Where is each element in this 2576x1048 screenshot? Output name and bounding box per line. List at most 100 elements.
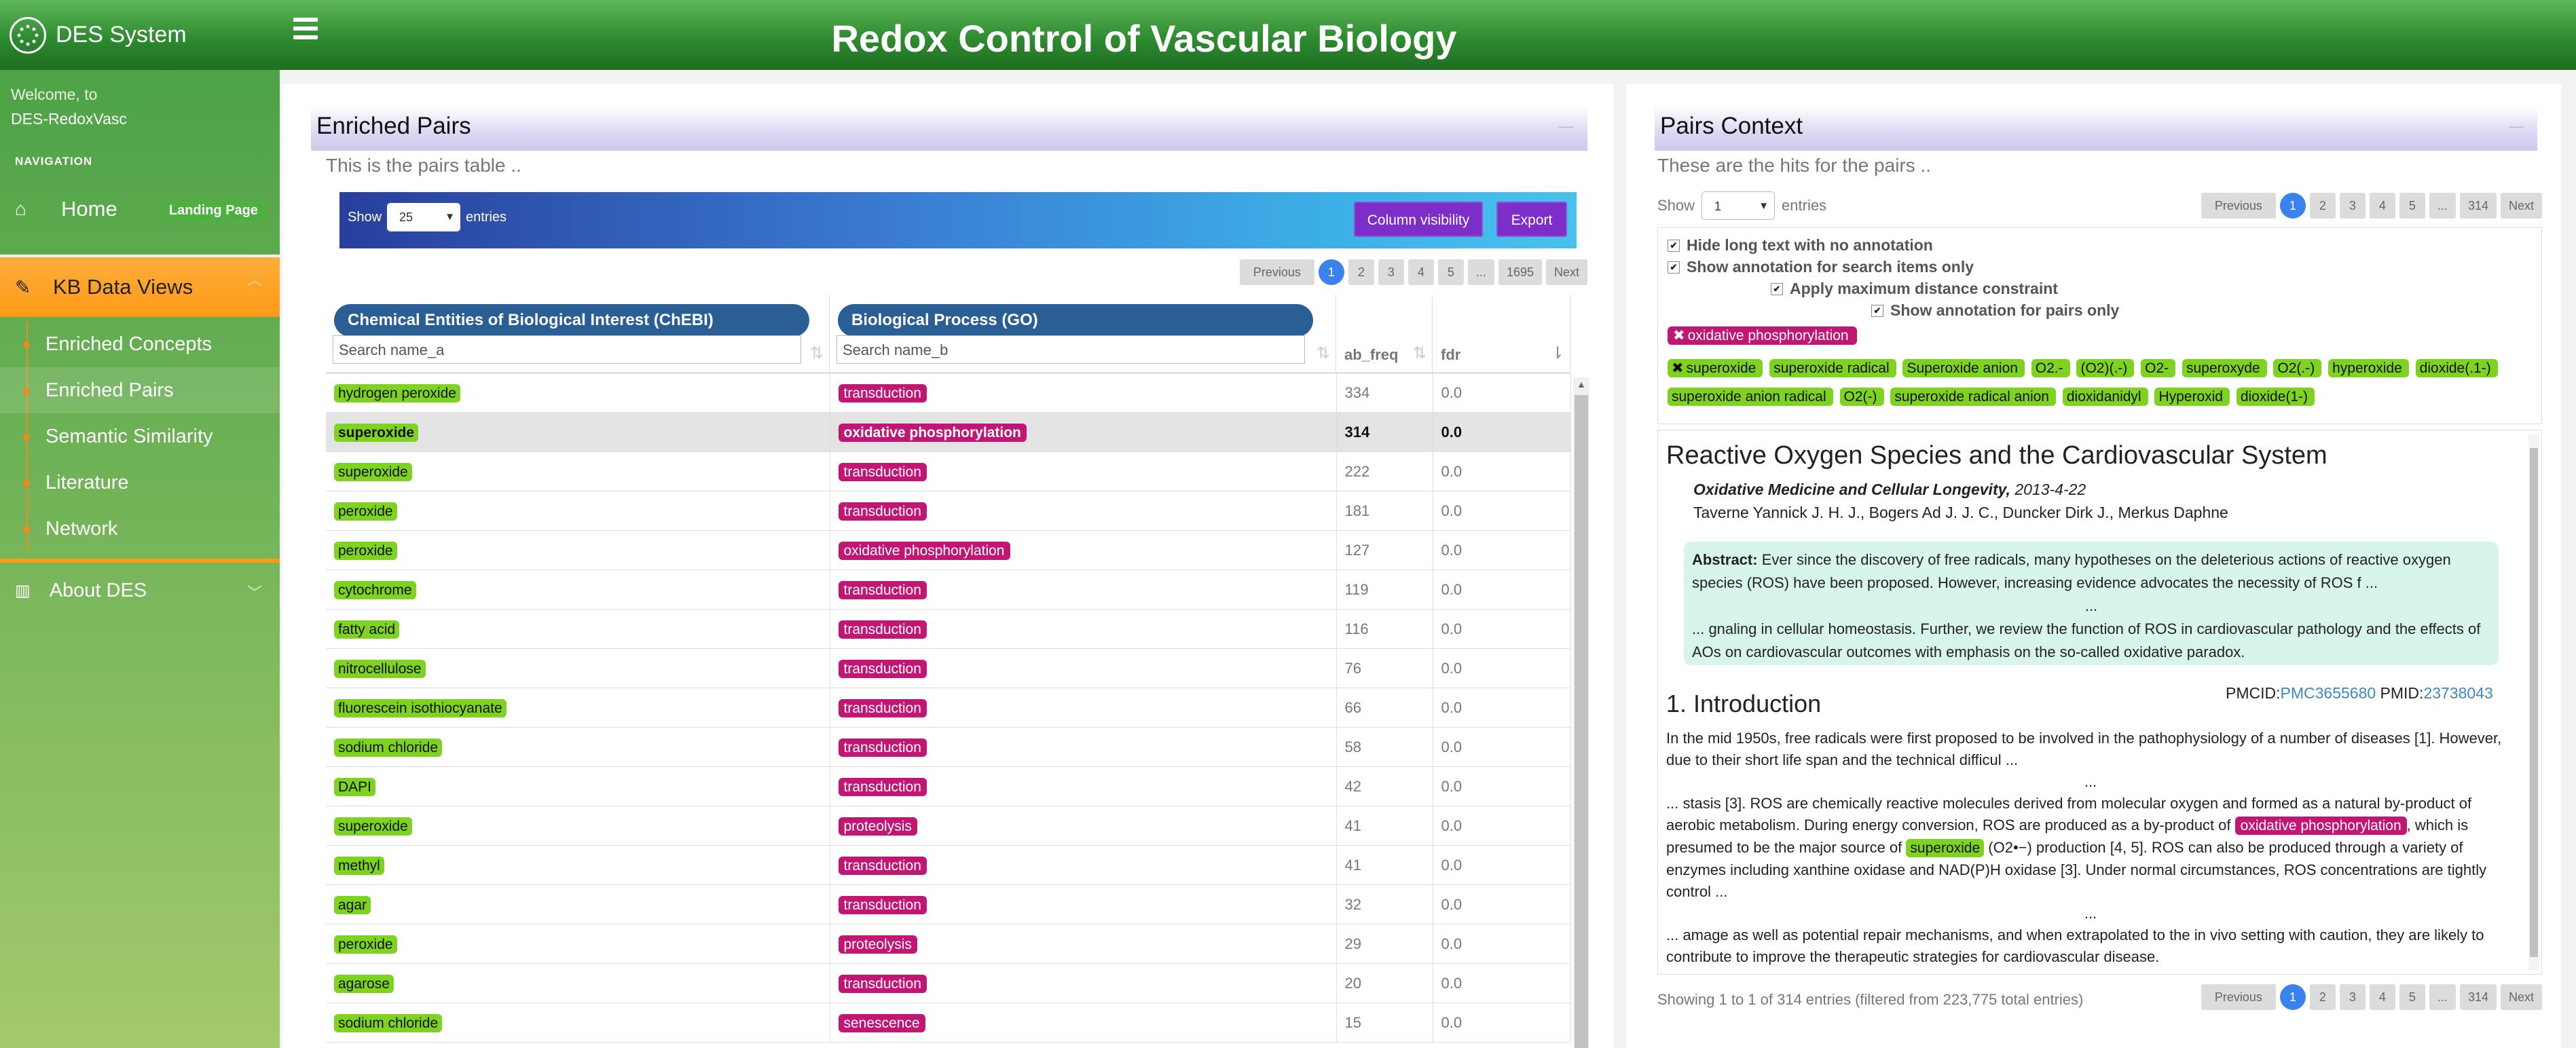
table-row[interactable]: superoxide proteolysis 41 0.0 xyxy=(326,806,1571,846)
pagination-page[interactable]: 1 xyxy=(2279,193,2306,219)
search-name-b-input[interactable]: Search name_b xyxy=(836,335,1305,364)
scrollbar-thumb[interactable] xyxy=(1575,395,1588,1048)
table-row[interactable]: sodium chloride transduction 58 0.0 xyxy=(326,727,1571,767)
pagination-next[interactable]: Next xyxy=(1545,259,1587,285)
scrollbar-thumb[interactable] xyxy=(2530,448,2538,957)
table-row[interactable]: sodium chloride senescence 15 0.0 xyxy=(326,1003,1571,1043)
term-tag: proteolysis xyxy=(838,935,917,954)
pmcid-link[interactable]: PMC3655680 xyxy=(2281,684,2376,702)
synonym-tag[interactable]: O2(.-) xyxy=(2273,359,2322,377)
option-label: Apply maximum distance constraint xyxy=(1790,280,2058,297)
table-row[interactable]: agarose transduction 20 0.0 xyxy=(326,963,1571,1003)
table-row[interactable]: DAPI transduction 42 0.0 xyxy=(326,766,1571,806)
minimize-icon[interactable]: — xyxy=(1559,106,1574,147)
remove-icon[interactable]: ✖ xyxy=(1672,360,1684,376)
column-header-ab-freq[interactable]: ab_freq ⇅ xyxy=(1336,295,1433,373)
subnav-item-semantic-similarity[interactable]: Semantic Similarity xyxy=(0,413,280,460)
brand[interactable]: DES System xyxy=(0,0,280,70)
synonym-tag[interactable]: dioxide(.1-) xyxy=(2415,359,2498,377)
pagination-page[interactable]: 3 xyxy=(1378,259,1404,285)
pagination-page[interactable]: 2 xyxy=(1348,259,1374,285)
pagination-previous[interactable]: Previous xyxy=(2201,193,2276,219)
synonym-tag[interactable]: Hyperoxid xyxy=(2154,388,2230,406)
pagination-next[interactable]: Next xyxy=(2500,984,2542,1010)
subnav-item-literature[interactable]: Literature xyxy=(0,460,280,506)
pagination-page[interactable]: 3 xyxy=(2339,984,2366,1010)
term-tag: peroxide xyxy=(334,541,397,560)
synonym-tag[interactable]: superoxyde xyxy=(2182,359,2267,377)
remove-icon[interactable]: ✖ xyxy=(1673,328,1685,343)
pagination-page[interactable]: 4 xyxy=(1407,259,1434,285)
pagination-page[interactable]: 314 xyxy=(2459,193,2497,219)
column-visibility-button[interactable]: Column visibility xyxy=(1354,202,1483,237)
synonym-tag[interactable]: dioxidanidyl xyxy=(2062,388,2148,406)
show-pairs-annotation-checkbox[interactable]: ✔ Show annotation for pairs only xyxy=(1871,301,2119,320)
table-row[interactable]: superoxide oxidative phosphorylation 314 0.… xyxy=(326,412,1571,452)
column-header-label[interactable]: Chemical Entities of Biological Interest… xyxy=(334,304,809,337)
column-header-label[interactable]: Biological Process (GO) xyxy=(838,304,1313,337)
pagination-page[interactable]: 5 xyxy=(2399,984,2425,1010)
pagination-page[interactable]: 5 xyxy=(2399,193,2425,219)
table-row[interactable]: peroxide transduction 181 0.0 xyxy=(326,491,1571,531)
pagination-page[interactable]: 1 xyxy=(1318,259,1344,285)
nav-about-des[interactable]: ▥ About DES ﹀ xyxy=(0,563,280,618)
pagination-previous[interactable]: Previous xyxy=(1239,259,1314,285)
synonym-tag[interactable]: Superoxide anion xyxy=(1902,359,2025,377)
sort-icon[interactable]: ⇅ xyxy=(1317,343,1330,363)
subnav-item-network[interactable]: Network xyxy=(0,506,280,552)
table-row[interactable]: peroxide proteolysis 29 0.0 xyxy=(326,924,1571,964)
nav-home[interactable]: ⌂ Home Landing Page xyxy=(0,179,280,240)
column-header-fdr[interactable]: fdr ⇂ xyxy=(1433,295,1570,373)
synonym-tag[interactable]: superoxide radical xyxy=(1769,359,1896,377)
context-scrollbar[interactable] xyxy=(2528,434,2539,971)
synonym-tag[interactable]: superoxide radical anion xyxy=(1890,388,2056,406)
table-row[interactable]: hydrogen peroxide transduction 334 0.0 xyxy=(326,373,1571,413)
sort-icon[interactable]: ⇅ xyxy=(810,343,824,363)
synonym-tag[interactable]: O2- xyxy=(2141,359,2176,377)
hide-long-text-checkbox[interactable]: ✔ Hide long text with no annotation xyxy=(1668,236,1933,255)
context-length-select[interactable]: 1 ▼ xyxy=(1701,191,1775,220)
pagination-page[interactable]: 1 xyxy=(2279,984,2306,1010)
term-tag: superoxide xyxy=(334,423,419,442)
page-length-select[interactable]: 25 ▼ xyxy=(387,203,461,231)
menu-toggle-icon[interactable] xyxy=(293,18,318,41)
pagination-page[interactable]: 2 xyxy=(2309,984,2336,1010)
scroll-up-icon[interactable]: ▲ xyxy=(1577,379,1586,390)
search-name-a-input[interactable]: Search name_a xyxy=(333,335,801,364)
pagination-page[interactable]: 314 xyxy=(2459,984,2497,1010)
table-row[interactable]: fluorescein isothiocyanate transduction 66… xyxy=(326,688,1571,728)
table-row[interactable]: nitrocellulose transduction 76 0.0 xyxy=(326,648,1571,688)
show-search-annotation-checkbox[interactable]: ✔ Show annotation for search items only xyxy=(1668,258,1974,276)
synonym-tag[interactable]: O2(-) xyxy=(1839,388,1884,406)
nav-kb-data-views[interactable]: ✎ KB Data Views ︿ xyxy=(0,255,280,317)
table-row[interactable]: methyl transduction 41 0.0 xyxy=(326,845,1571,885)
pair-tag[interactable]: ✖ oxidative phosphorylation xyxy=(1668,326,1857,345)
pagination-page[interactable]: 3 xyxy=(2339,193,2366,219)
table-row[interactable]: cytochrome transduction 119 0.0 xyxy=(326,569,1571,610)
table-row[interactable]: fatty acid transduction 116 0.0 xyxy=(326,609,1571,649)
export-button[interactable]: Export xyxy=(1496,202,1567,237)
table-row[interactable]: superoxide transduction 222 0.0 xyxy=(326,451,1571,491)
pagination-page[interactable]: 4 xyxy=(2369,984,2395,1010)
synonym-tag[interactable]: O2.- xyxy=(2031,359,2070,377)
pmid-link[interactable]: 23738043 xyxy=(2423,684,2492,702)
table-row[interactable]: agar transduction 32 0.0 xyxy=(326,884,1571,924)
synonym-tag[interactable]: (O2)(.-) xyxy=(2076,359,2135,377)
subnav-item-enriched-concepts[interactable]: Enriched Concepts xyxy=(0,321,280,367)
pagination-next[interactable]: Next xyxy=(2500,193,2542,219)
table-row[interactable]: peroxide oxidative phosphorylation 127 0.0 xyxy=(326,530,1571,570)
cell-value: 119 xyxy=(1344,580,1369,598)
pagination-page[interactable]: 1695 xyxy=(1498,259,1542,285)
synonym-tag[interactable]: dioxide(1-) xyxy=(2236,388,2315,406)
synonym-tag[interactable]: hyperoxide xyxy=(2328,359,2409,377)
pagination-page[interactable]: 4 xyxy=(2369,193,2395,219)
pagination-page[interactable]: 5 xyxy=(1437,259,1464,285)
synonym-tag[interactable]: superoxide anion radical xyxy=(1668,388,1833,406)
synonym-tag[interactable]: ✖ superoxide xyxy=(1668,359,1763,377)
pagination-previous[interactable]: Previous xyxy=(2201,984,2276,1010)
minimize-icon[interactable]: — xyxy=(2509,106,2524,147)
pagination-page[interactable]: 2 xyxy=(2309,193,2336,219)
subnav-item-enriched-pairs[interactable]: Enriched Pairs xyxy=(0,367,280,413)
max-distance-checkbox[interactable]: ✔ Apply maximum distance constraint xyxy=(1771,280,2058,298)
table-scrollbar[interactable]: ▲ xyxy=(1573,377,1589,1048)
